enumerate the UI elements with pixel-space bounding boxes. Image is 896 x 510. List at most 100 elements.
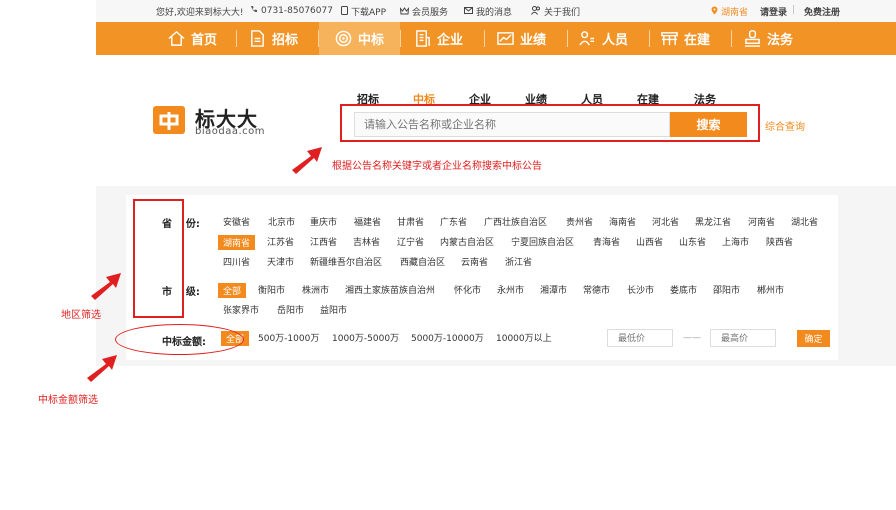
province-option[interactable]: 吉林省: [353, 235, 380, 248]
register-link[interactable]: 免费注册: [804, 5, 840, 18]
province-option[interactable]: 广西壮族自治区: [484, 215, 547, 228]
city-option[interactable]: 常德市: [583, 283, 610, 296]
province-option[interactable]: 福建省: [354, 215, 381, 228]
province-option[interactable]: 新疆维吾尔自治区: [310, 255, 382, 268]
province-option[interactable]: 浙江省: [505, 255, 532, 268]
home-icon: [168, 30, 185, 46]
province-option[interactable]: 河北省: [652, 215, 679, 228]
search-input[interactable]: [354, 112, 670, 137]
amount-option[interactable]: 5000万-10000万: [411, 331, 484, 344]
download-app-link[interactable]: 下载APP: [341, 5, 386, 18]
search-button[interactable]: 搜索: [670, 112, 747, 137]
location-selector[interactable]: 湖南省: [711, 5, 748, 18]
nav-divider: [236, 30, 237, 47]
price-range-dash: ——: [683, 333, 701, 343]
city-option[interactable]: 郴州市: [757, 283, 784, 296]
my-messages-link[interactable]: 我的消息: [464, 5, 512, 18]
city-option[interactable]: 张家界市: [223, 303, 259, 316]
about-us-link[interactable]: 关于我们: [531, 5, 580, 18]
max-price-input[interactable]: [710, 329, 776, 347]
nav-item-tender[interactable]: 招标: [249, 22, 317, 55]
city-option[interactable]: 全部: [218, 283, 247, 298]
province-option[interactable]: 海南省: [609, 215, 636, 228]
confirm-button[interactable]: 确定: [797, 330, 830, 347]
amount-option[interactable]: 1000万-5000万: [332, 331, 399, 344]
province-option[interactable]: 重庆市: [310, 215, 337, 228]
city-option[interactable]: 湘西土家族苗族自治州: [345, 283, 435, 296]
nav-item-award[interactable]: 中标: [319, 22, 400, 55]
my-messages-label: 我的消息: [476, 8, 513, 18]
province-option[interactable]: 江西省: [310, 235, 337, 248]
chart-icon: [497, 32, 514, 45]
city-option[interactable]: 娄底市: [670, 283, 697, 296]
amount-option[interactable]: 10000万以上: [496, 331, 552, 344]
topbar-divider: |: [792, 5, 796, 15]
nav-item-home[interactable]: 首页: [168, 22, 236, 55]
province-option[interactable]: 青海省: [593, 235, 620, 248]
nav-divider: [567, 30, 568, 47]
annotation-arrow: [87, 355, 117, 382]
construction-icon: [661, 32, 678, 46]
crown-icon: [400, 7, 409, 15]
province-option[interactable]: 湖北省: [791, 215, 818, 228]
nav-item-company[interactable]: 企业: [414, 22, 482, 55]
download-app-label: 下载APP: [351, 8, 387, 18]
nav-divider: [400, 30, 401, 47]
building-icon: [416, 30, 430, 47]
city-option[interactable]: 益阳市: [320, 303, 347, 316]
province-option[interactable]: 上海市: [722, 235, 749, 248]
province-option[interactable]: 辽宁省: [397, 235, 424, 248]
nav-label-award: 中标: [357, 33, 384, 48]
login-link[interactable]: 请登录: [760, 5, 787, 18]
province-option[interactable]: 内蒙古自治区: [440, 235, 494, 248]
member-service-link[interactable]: 会员服务: [400, 5, 448, 18]
nav-item-performance[interactable]: 业绩: [497, 22, 565, 55]
nav-label-tender: 招标: [272, 33, 299, 48]
people-icon: [531, 6, 540, 15]
amount-option[interactable]: 500万-1000万: [258, 331, 319, 344]
nav-divider: [731, 30, 732, 47]
city-option[interactable]: 永州市: [497, 283, 524, 296]
city-option[interactable]: 怀化市: [454, 283, 481, 296]
nav-label-company: 企业: [437, 33, 464, 48]
province-option[interactable]: 甘肃省: [397, 215, 424, 228]
city-option[interactable]: 岳阳市: [277, 303, 304, 316]
city-option[interactable]: 衡阳市: [258, 283, 285, 296]
province-option[interactable]: 陕西省: [766, 235, 793, 248]
about-us-label: 关于我们: [544, 8, 581, 18]
province-option[interactable]: 天津市: [267, 255, 294, 268]
province-option[interactable]: 西藏自治区: [400, 255, 445, 268]
nav-label-personnel: 人员: [602, 33, 629, 48]
province-option[interactable]: 河南省: [748, 215, 775, 228]
province-option[interactable]: 安徽省: [223, 215, 250, 228]
nav-item-legal[interactable]: 法务: [744, 22, 812, 55]
city-option[interactable]: 湘潭市: [540, 283, 567, 296]
target-icon: [335, 30, 352, 47]
province-option[interactable]: 江苏省: [267, 235, 294, 248]
advanced-search-link[interactable]: 综合查询: [765, 118, 805, 133]
city-option[interactable]: 株洲市: [302, 283, 329, 296]
province-option[interactable]: 云南省: [461, 255, 488, 268]
province-option[interactable]: 宁夏回族自治区: [511, 235, 574, 248]
province-option[interactable]: 湖南省: [218, 235, 256, 250]
city-option[interactable]: 长沙市: [627, 283, 654, 296]
province-option[interactable]: 黑龙江省: [695, 215, 731, 228]
city-option[interactable]: 邵阳市: [713, 283, 740, 296]
mobile-icon: [341, 6, 348, 15]
province-option[interactable]: 四川省: [223, 255, 250, 268]
province-option[interactable]: 北京市: [268, 215, 295, 228]
min-price-input[interactable]: [607, 329, 673, 347]
phone-info: 0731-85076077: [250, 5, 333, 16]
province-option[interactable]: 广东省: [440, 215, 467, 228]
nav-item-personnel[interactable]: 人员: [579, 22, 647, 55]
province-option[interactable]: 贵州省: [566, 215, 593, 228]
logo-mark[interactable]: [153, 106, 185, 134]
region-annotation: 地区筛选: [61, 310, 101, 321]
document-icon: [251, 30, 264, 47]
province-option[interactable]: 山东省: [679, 235, 706, 248]
legal-icon: [744, 30, 761, 47]
nav-label-home: 首页: [191, 33, 218, 48]
province-option[interactable]: 山西省: [636, 235, 663, 248]
location-pin-icon: [711, 6, 718, 15]
nav-item-construction[interactable]: 在建: [661, 22, 729, 55]
